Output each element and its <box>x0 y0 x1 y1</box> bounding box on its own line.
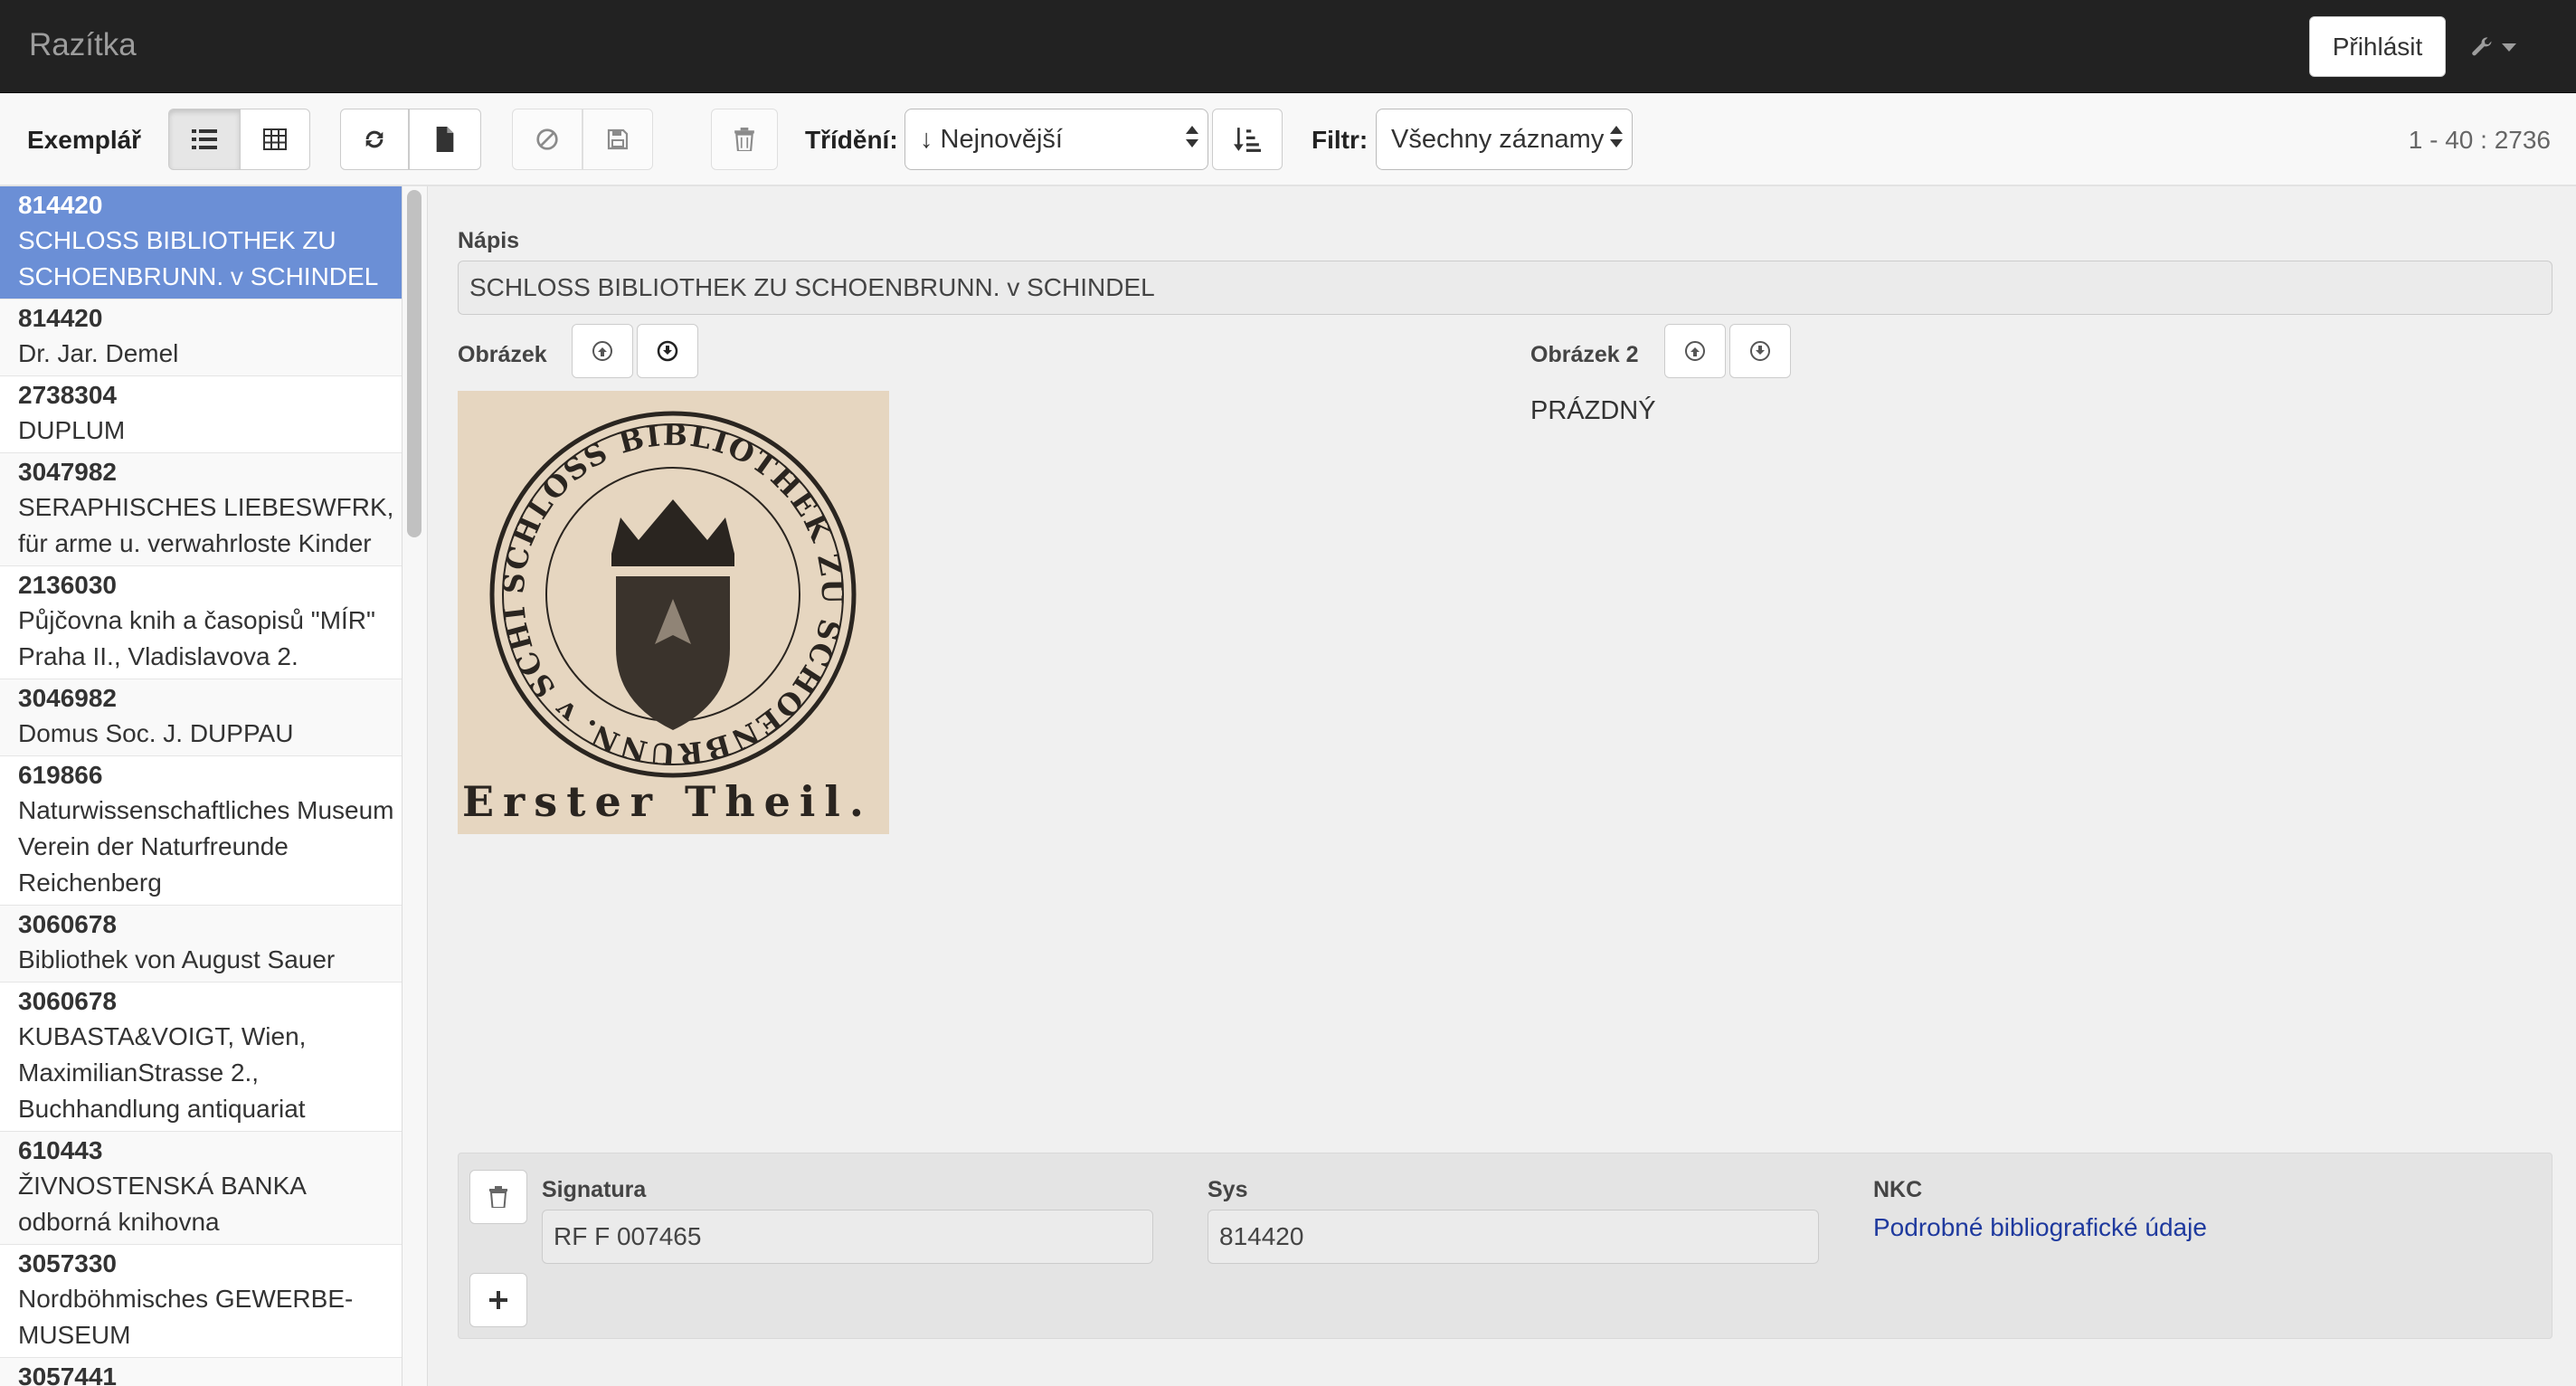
filter-select[interactable]: Všechny záznamy <box>1376 109 1633 170</box>
list-item-id: 3057330 <box>18 1249 118 1277</box>
detail-panel: Nápis SCHLOSS BIBLIOTHEK ZU SCHOENBRUNN.… <box>429 186 2576 1386</box>
select-arrows-icon <box>1186 126 1198 147</box>
sys-field[interactable]: 814420 <box>1208 1210 1819 1264</box>
login-button[interactable]: Přihlásit <box>2309 16 2446 77</box>
filter-label: Filtr: <box>1312 126 1368 154</box>
download-image2-button[interactable] <box>1729 324 1791 378</box>
list-item-text: Domus Soc. J. DUPPAU <box>18 719 294 747</box>
stamp-image[interactable]: SCHLOSS BIBLIOTHEK ZU SCHOENBRUNN. v SCH… <box>458 391 889 834</box>
list-item[interactable]: 2738304 DUPLUM <box>0 376 402 453</box>
upload-image2-button[interactable] <box>1664 324 1726 378</box>
navbar: Razítka Přihlásit <box>0 0 2576 93</box>
ban-icon <box>536 128 558 150</box>
sort-select[interactable]: ↓ Nejnovější <box>904 109 1208 170</box>
floppy-disk-icon <box>607 128 629 150</box>
sort-label: Třídění: <box>805 126 898 154</box>
table-view-button[interactable] <box>240 109 310 170</box>
upload-icon <box>592 341 612 361</box>
list-item[interactable]: 3060678 Bibliothek von August Sauer <box>0 906 402 983</box>
list-item-text: SERAPHISCHES LIEBESWFRK, für arme u. ver… <box>18 493 394 557</box>
save-button[interactable] <box>582 109 653 170</box>
list-item[interactable]: 3060678 KUBASTA&VOIGT, Wien, MaximilianSt… <box>0 983 402 1132</box>
inscription-label: Nápis <box>458 228 520 253</box>
list-item-text: SCHLOSS BIBLIOTHEK ZU SCHOENBRUNN. v SCH… <box>18 226 379 290</box>
refresh-button[interactable] <box>340 109 409 170</box>
nkc-label: NKC <box>1873 1177 1923 1202</box>
list-item[interactable]: 619866 Naturwissenschaftliches Museum Ver… <box>0 756 402 906</box>
list-scrollbar-thumb[interactable] <box>407 190 421 537</box>
list-item-id: 2136030 <box>18 571 118 599</box>
copy-panel: Signatura RF F 007465 Sys 814420 NKC Pod… <box>458 1153 2552 1339</box>
list-item-id: 3046982 <box>18 684 118 712</box>
sort-direction-button[interactable] <box>1212 109 1283 170</box>
list-item-text: Nordböhmisches GEWERBE- MUSEUM <box>18 1285 354 1349</box>
list-item-id: 3057441 <box>18 1362 118 1386</box>
list-item-text: DUPLUM <box>18 416 126 444</box>
app-title[interactable]: Razítka <box>29 27 137 63</box>
add-copy-button[interactable] <box>469 1273 527 1327</box>
tools-menu-button[interactable] <box>2469 27 2533 67</box>
list-item-id: 619866 <box>18 761 103 789</box>
list-item-id: 3060678 <box>18 910 118 938</box>
list-item-id: 814420 <box>18 191 103 219</box>
list-item-id: 3060678 <box>18 987 118 1015</box>
refresh-icon <box>365 130 384 148</box>
delete-copy-button[interactable] <box>469 1170 527 1224</box>
list-icon <box>192 129 217 149</box>
list-item-id: 2738304 <box>18 381 118 409</box>
download-image-button[interactable] <box>637 324 698 378</box>
signature-label: Signatura <box>542 1177 647 1202</box>
list-item[interactable]: 3047982 SERAPHISCHES LIEBESWFRK, für arme… <box>0 453 402 566</box>
image2-empty-text: PRÁZDNÝ <box>1530 396 1656 425</box>
inscription-field[interactable]: SCHLOSS BIBLIOTHEK ZU SCHOENBRUNN. v SCH… <box>458 261 2552 315</box>
sort-order-icon <box>1234 128 1261 152</box>
chevron-down-icon <box>2502 43 2516 52</box>
list-item-id: 814420 <box>18 304 103 332</box>
list-item[interactable]: 814420 Dr. Jar. Demel <box>0 299 402 376</box>
list-item[interactable]: 3057441gericht der Feldpostnummer <box>0 1358 402 1386</box>
list-item[interactable]: 3046982 Domus Soc. J. DUPPAU <box>0 679 402 756</box>
list-item[interactable]: 3057330 Nordböhmisches GEWERBE- MUSEUM <box>0 1245 402 1358</box>
signature-field[interactable]: RF F 007465 <box>542 1210 1153 1264</box>
list-item-text: ŽIVNOSTENSKÁ BANKA odborná knihovna <box>18 1172 307 1236</box>
wrench-icon <box>2472 37 2492 56</box>
list-item-text: Půjčovna knih a časopisů "MÍR" Praha II.… <box>18 606 375 670</box>
image-label: Obrázek <box>458 342 547 367</box>
upload-icon <box>1685 341 1705 361</box>
list-item-text: Dr. Jar. Demel <box>18 339 179 367</box>
pager-count: 1 - 40 : 2736 <box>2408 126 2551 154</box>
sort-select-value: ↓ Nejnovější <box>920 124 1063 154</box>
list-item-text: Bibliothek von August Sauer <box>18 945 336 973</box>
toolbar: Exemplář Třídění: ↓ Nejnovější Filtr: Vš… <box>0 93 2576 186</box>
nkc-details-link[interactable]: Podrobné bibliografické údaje <box>1873 1213 2207 1242</box>
delete-button[interactable] <box>711 109 778 170</box>
download-icon <box>1750 341 1770 361</box>
select-arrows-icon <box>1610 126 1623 147</box>
upload-image-button[interactable] <box>572 324 633 378</box>
list-item-id: 610443 <box>18 1136 103 1164</box>
trash-icon <box>734 128 754 151</box>
sys-label: Sys <box>1208 1177 1248 1202</box>
trash-icon <box>489 1186 507 1208</box>
list-item-text: Naturwissenschaftliches Museum Verein de… <box>18 796 394 897</box>
entity-label: Exemplář <box>27 126 142 154</box>
list-item-id: 3047982 <box>18 458 118 486</box>
list-item[interactable]: 2136030 Půjčovna knih a časopisů "MÍR" Pr… <box>0 566 402 679</box>
plus-icon <box>489 1291 507 1309</box>
list-item-text: KUBASTA&VOIGT, Wien, MaximilianStrasse 2… <box>18 1022 307 1123</box>
record-list[interactable]: 814420 SCHLOSS BIBLIOTHEK ZU SCHOENBRUNN.… <box>0 186 402 1386</box>
list-item[interactable]: 814420 SCHLOSS BIBLIOTHEK ZU SCHOENBRUNN.… <box>0 186 402 299</box>
download-icon <box>657 340 678 362</box>
list-view-button[interactable] <box>168 109 241 170</box>
cancel-button[interactable] <box>512 109 582 170</box>
image2-label: Obrázek 2 <box>1530 342 1639 367</box>
file-icon <box>436 127 454 152</box>
filter-select-value: Všechny záznamy <box>1391 124 1605 154</box>
table-icon <box>263 128 287 150</box>
new-record-button[interactable] <box>409 109 481 170</box>
stamp-caption: Erster Theil. <box>462 777 873 826</box>
list-item[interactable]: 610443 ŽIVNOSTENSKÁ BANKA odborná knihovn… <box>0 1132 402 1245</box>
stamp-illustration: SCHLOSS BIBLIOTHEK ZU SCHOENBRUNN. v SCH… <box>458 391 889 834</box>
